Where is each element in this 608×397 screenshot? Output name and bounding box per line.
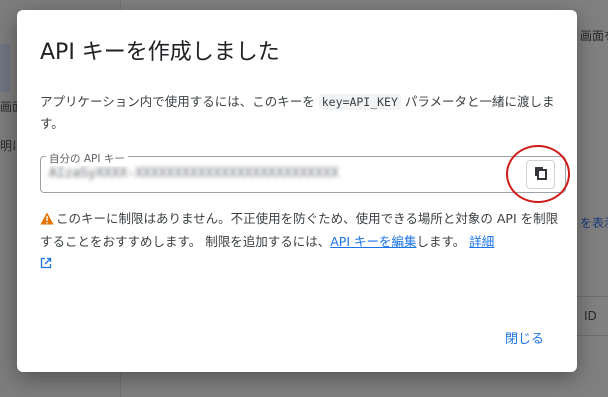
background-selected-indicator: [0, 44, 10, 92]
description-code: key=API_KEY: [318, 94, 401, 110]
background-link: を表示: [580, 216, 608, 230]
api-key-value[interactable]: AIzaSyXXXX-XXXXXXXXXXXXXXXXXXXXXXXXXX: [49, 166, 339, 181]
edit-api-key-link[interactable]: API キーを編集: [330, 234, 416, 249]
api-key-created-dialog: API キーを作成しました アプリケーション内で使用するには、このキーを key…: [17, 10, 577, 372]
warning-icon: [40, 210, 54, 231]
copy-button-highlight-circle: [506, 145, 570, 203]
background-column-header: ID: [584, 309, 597, 323]
unrestricted-key-warning: このキーに制限はありません。不正使用を防ぐため、使用できる場所と対象の API …: [40, 208, 560, 275]
description-text: アプリケーション内で使用するには、このキーを: [40, 94, 315, 109]
close-button[interactable]: 閉じる: [505, 328, 544, 347]
background-divider: [577, 296, 608, 297]
background-divider: [577, 335, 608, 336]
external-link-icon[interactable]: [40, 254, 52, 275]
warning-text: します。: [416, 234, 466, 249]
dialog-description: アプリケーション内で使用するには、このキーを key=API_KEY パラメータ…: [40, 91, 558, 134]
background-text: 画面を: [580, 29, 608, 43]
details-link[interactable]: 詳細: [469, 234, 494, 249]
dialog-title: API キーを作成しました: [40, 40, 280, 65]
api-key-field-label: 自分の API キー: [46, 151, 128, 166]
